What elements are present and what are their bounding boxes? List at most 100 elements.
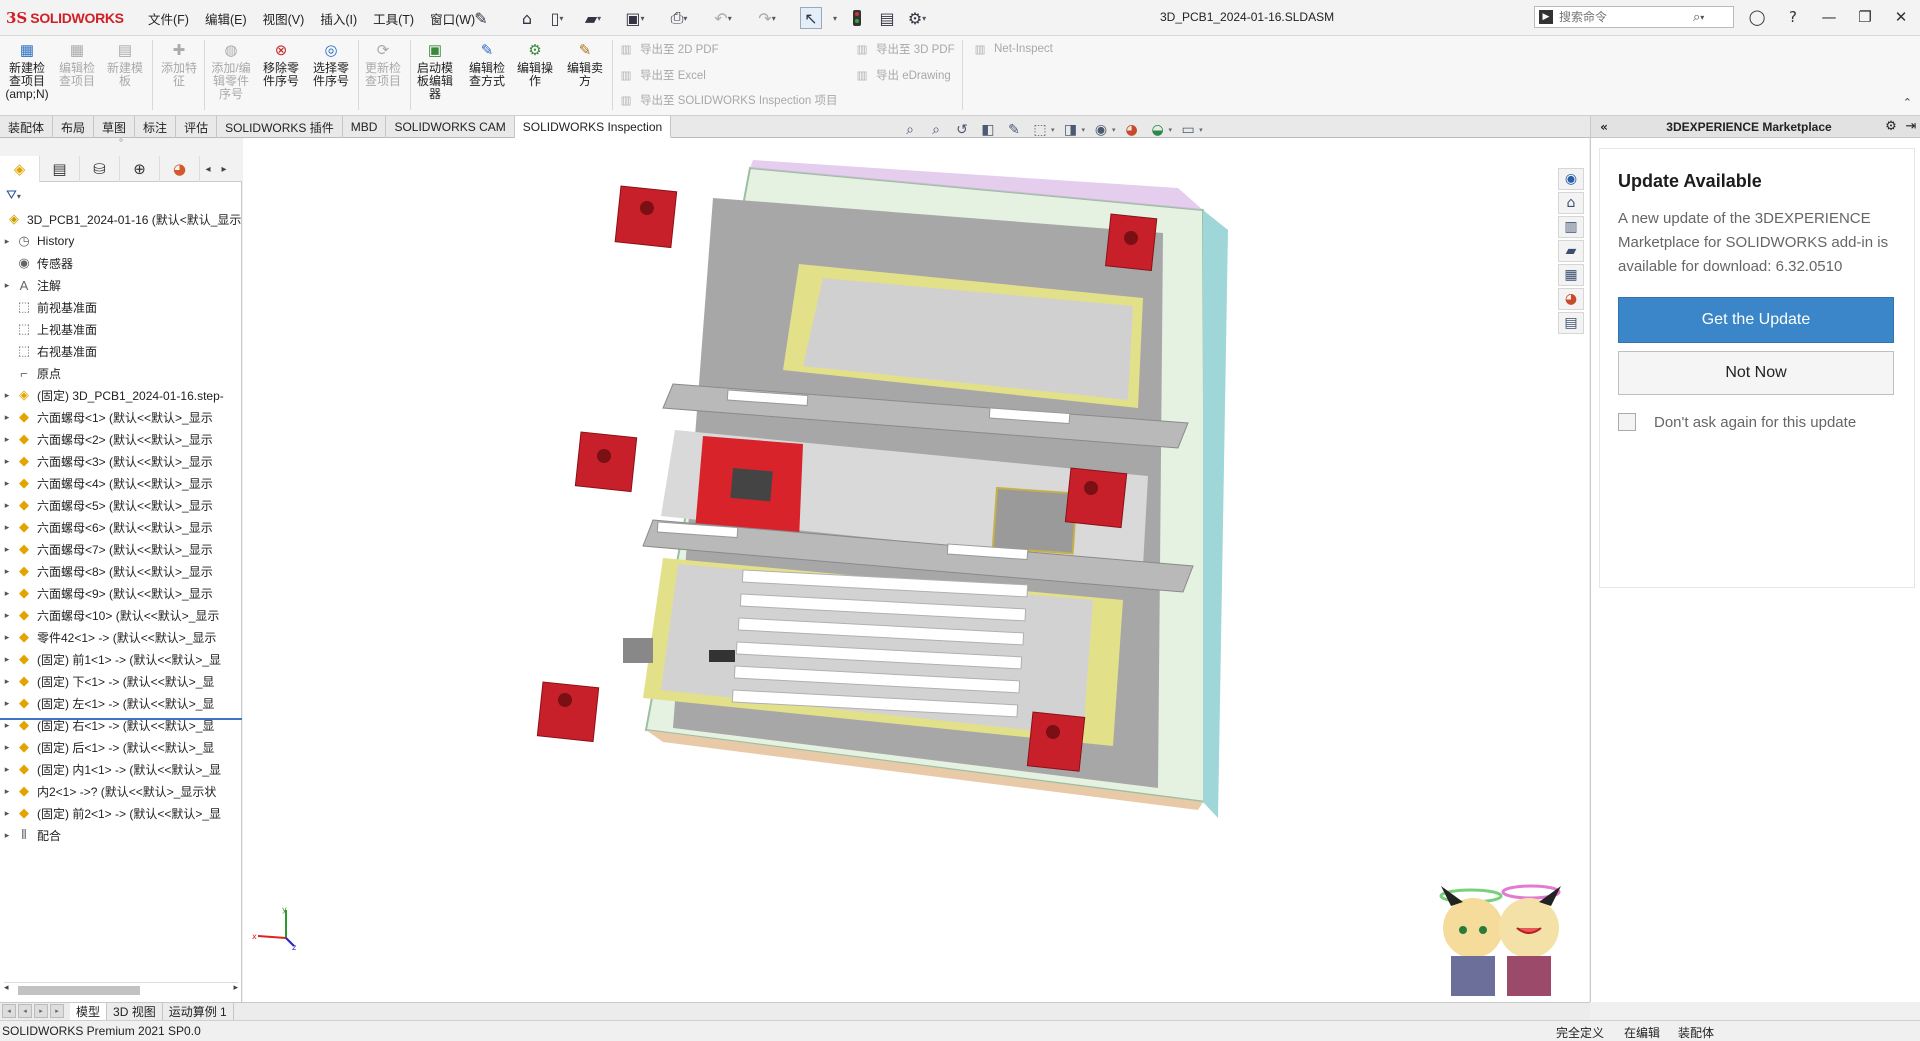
user-account-icon[interactable]: ◯ <box>1740 4 1774 30</box>
tree-item[interactable]: ▸ ◆ 六面螺母<4> (默认<<默认>_显示 <box>0 472 242 494</box>
menu-insert[interactable]: 插入(I) <box>312 9 365 28</box>
menu-tools[interactable]: 工具(T) <box>365 9 422 28</box>
expand-arrow-icon[interactable]: ▸ <box>0 500 14 511</box>
pin-pane-icon[interactable]: ⇥ <box>1901 119 1920 134</box>
add-edit-balloon-button[interactable]: ◍ 添加/编辑零件序号 <box>208 40 254 112</box>
dont-ask-again-option[interactable]: Don't ask again for this update <box>1618 413 1856 431</box>
scroll-left-icon[interactable]: ◂ <box>4 983 9 993</box>
collapse-pane-icon[interactable]: « <box>1591 120 1617 134</box>
tree-item[interactable]: ⌐ 原点 <box>0 362 242 384</box>
print-icon[interactable]: ⎙ ▾ <box>668 7 690 29</box>
select-pointer-icon[interactable]: ↖ <box>800 7 822 29</box>
tab-mbd[interactable]: MBD <box>343 116 387 138</box>
expand-arrow-icon[interactable]: ▸ <box>0 786 14 797</box>
tree-item[interactable]: ▸ ◆ (固定) 前2<1> -> (默认<<默认>_显 <box>0 802 242 824</box>
expand-arrow-icon[interactable]: ▸ <box>0 610 14 621</box>
new-inspection-project-button[interactable]: ▦ 新建检查项目 (amp;N) <box>4 40 50 112</box>
3dexperience-icon[interactable]: ◉ <box>1558 168 1584 190</box>
export-edrawing-button[interactable]: ▥ 导出 eDrawing <box>854 65 951 85</box>
zoom-to-area-icon[interactable]: ⌕ <box>926 122 946 138</box>
edit-appearance-icon[interactable]: ◕ <box>1122 122 1142 138</box>
tree-item[interactable]: ▸ ◆ (固定) 内1<1> -> (默认<<默认>_显 <box>0 758 242 780</box>
expand-arrow-icon[interactable]: ▸ <box>0 236 14 247</box>
edit-operation-button[interactable]: ⚙ 编辑操作 <box>512 40 558 112</box>
dont-ask-again-checkbox[interactable] <box>1618 413 1636 431</box>
expand-arrow-icon[interactable]: ▸ <box>0 544 14 555</box>
display-style-icon[interactable]: ◨ <box>1061 122 1081 138</box>
options-gear-icon[interactable]: ⚙ ▾ <box>906 7 928 29</box>
export-inspection-project-button[interactable]: ▥ 导出至 SOLIDWORKS Inspection 项目 <box>618 90 838 110</box>
new-document-icon[interactable]: ▯ ▾ <box>546 7 568 29</box>
solidworks-resources-icon[interactable]: ⌂ <box>1558 192 1584 214</box>
view-orientation-icon[interactable]: ⬚ <box>1030 122 1050 138</box>
dynamic-annotation-icon[interactable]: ✎ <box>1004 122 1024 138</box>
select-balloon-button[interactable]: ◎ 选择零件序号 <box>308 40 354 112</box>
expand-arrow-icon[interactable]: ▸ <box>0 390 14 401</box>
tab-evaluate[interactable]: 评估 <box>176 116 218 138</box>
search-input[interactable] <box>1559 10 1689 24</box>
select-caret-icon[interactable]: ▾ <box>824 7 846 29</box>
search-scope-icon[interactable]: ▶ <box>1539 10 1553 24</box>
expand-arrow-icon[interactable]: ▸ <box>0 632 14 643</box>
expand-arrow-icon[interactable]: ▸ <box>0 522 14 533</box>
home-icon[interactable]: ⌂ <box>516 7 538 29</box>
tree-item[interactable]: ▸ ◆ 六面螺母<5> (默认<<默认>_显示 <box>0 494 242 516</box>
close-button[interactable]: ✕ <box>1884 4 1918 30</box>
last-tab-icon[interactable]: ▸ <box>50 1003 64 1018</box>
tree-item[interactable]: ▸ ◆ (固定) 左<1> -> (默认<<默认>_显 <box>0 692 242 714</box>
display-manager-tab-icon[interactable]: ◕ <box>160 156 200 182</box>
tree-item[interactable]: ▸ ◆ (固定) 下<1> -> (默认<<默认>_显 <box>0 670 242 692</box>
tree-item[interactable]: ▸ ◆ 六面螺母<2> (默认<<默认>_显示 <box>0 428 242 450</box>
pane-settings-icon[interactable]: ⚙ <box>1881 119 1901 134</box>
edit-inspection-project-button[interactable]: ▦ 编辑检查项目 <box>54 40 100 112</box>
edit-inspection-method-button[interactable]: ✎ 编辑检查方式 <box>464 40 510 112</box>
remove-balloon-button[interactable]: ⊗ 移除零件序号 <box>258 40 304 112</box>
scroll-thumb[interactable] <box>18 986 140 995</box>
configuration-manager-tab-icon[interactable]: ⛁ <box>80 156 120 182</box>
menu-file[interactable]: 文件(F) <box>140 9 197 28</box>
expand-arrow-icon[interactable]: ▸ <box>0 654 14 665</box>
collapse-ribbon-icon[interactable]: ⌃ <box>1903 96 1912 109</box>
tab-markup[interactable]: 标注 <box>135 116 177 138</box>
update-inspection-button[interactable]: ⟳ 更新检查项目 <box>360 40 406 112</box>
apply-scene-icon[interactable]: ◒ <box>1148 122 1168 138</box>
tab-solidworks-addins[interactable]: SOLIDWORKS 插件 <box>217 116 343 138</box>
edit-vendor-button[interactable]: ✎ 编辑卖方 <box>562 40 608 112</box>
expand-arrow-icon[interactable]: ▸ <box>0 566 14 577</box>
menu-view[interactable]: 视图(V) <box>255 9 313 28</box>
net-inspect-button[interactable]: ▥ Net-Inspect <box>972 39 1053 59</box>
first-tab-icon[interactable]: ◂ <box>2 1003 16 1018</box>
rebuild-traffic-light-icon[interactable] <box>846 7 868 29</box>
undo-icon[interactable]: ↶ ▾ <box>712 7 734 29</box>
tree-item[interactable]: ▸ ◆ 零件42<1> -> (默认<<默认>_显示 <box>0 626 242 648</box>
zoom-to-fit-icon[interactable]: ⌕ <box>900 122 920 138</box>
tab-solidworks-inspection[interactable]: SOLIDWORKS Inspection <box>514 116 672 138</box>
tree-root-assembly[interactable]: ◈ 3D_PCB1_2024-01-16 (默认<默认_显示 <box>0 208 242 230</box>
expand-arrow-icon[interactable]: ▸ <box>0 808 14 819</box>
next-tab-icon[interactable]: ▸ <box>34 1003 48 1018</box>
tab-assembly[interactable]: 装配体 <box>0 116 54 138</box>
scroll-right-icon[interactable]: ▸ <box>233 983 238 993</box>
search-dropdown-icon[interactable]: ▾ <box>1700 13 1704 22</box>
tree-rollback-bar[interactable] <box>0 718 242 720</box>
pcb-enclosure-model[interactable] <box>243 138 1589 1002</box>
property-manager-tab-icon[interactable]: ▤ <box>40 156 80 182</box>
search-icon[interactable]: ⌕ <box>1693 10 1700 25</box>
export-excel-button[interactable]: ▥ 导出至 Excel <box>618 65 706 85</box>
view-palette-icon[interactable]: ▦ <box>1558 264 1584 286</box>
expand-arrow-icon[interactable]: ▸ <box>0 676 14 687</box>
restore-button[interactable]: ❐ <box>1848 4 1882 30</box>
expand-arrow-icon[interactable]: ▸ <box>0 698 14 709</box>
search-commands[interactable]: ▶ ⌕ ▾ <box>1534 6 1734 28</box>
view-settings-icon[interactable]: ▭ <box>1178 122 1198 138</box>
tree-item[interactable]: ▸ ◆ 内2<1> ->? (默认<<默认>_显示状 <box>0 780 242 802</box>
get-update-button[interactable]: Get the Update <box>1618 297 1894 343</box>
tree-item[interactable]: ⬚ 上视基准面 <box>0 318 242 340</box>
tree-item[interactable]: ◉ 传感器 <box>0 252 242 274</box>
tree-item[interactable]: ▸ ◆ 六面螺母<6> (默认<<默认>_显示 <box>0 516 242 538</box>
tree-item[interactable]: ⬚ 右视基准面 <box>0 340 242 362</box>
tree-item[interactable]: ▸ ◆ 六面螺母<8> (默认<<默认>_显示 <box>0 560 242 582</box>
tree-item[interactable]: ▸ ◆ 六面螺母<9> (默认<<默认>_显示 <box>0 582 242 604</box>
tab-layout[interactable]: 布局 <box>53 116 95 138</box>
tree-item[interactable]: ▸ A 注解 <box>0 274 242 296</box>
